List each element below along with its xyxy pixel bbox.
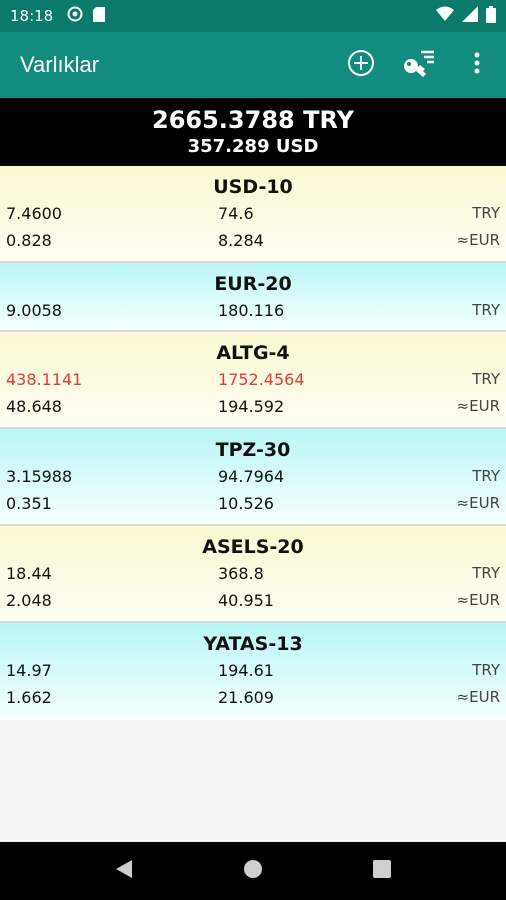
sd-card-icon (93, 6, 106, 26)
total-value: 40.951 (218, 591, 274, 610)
keys-list-button[interactable] (390, 37, 448, 93)
total-value: 368.8 (218, 564, 264, 583)
asset-name: ALTG-4 (216, 342, 290, 364)
currency-label: ≈EUR (456, 688, 500, 706)
asset-name: TPZ-30 (215, 439, 291, 461)
battery-icon (486, 5, 496, 27)
asset-name: EUR-20 (214, 273, 292, 295)
unit-price: 0.828 (6, 231, 52, 250)
page-title: Varlıklar (20, 52, 100, 77)
back-triangle-icon (115, 859, 133, 883)
total-value: 8.284 (218, 231, 264, 250)
currency-label: TRY (472, 467, 500, 485)
asset-name: ASELS-20 (202, 536, 304, 558)
portfolio-total: 2665.3788 TRY 357.289 USD (0, 98, 506, 166)
asset-row-eur: 0.351 10.526 ≈EUR (6, 490, 500, 517)
total-value: 180.116 (218, 301, 285, 320)
total-try: 2665.3788 TRY (152, 106, 354, 134)
asset-row-try: 7.4600 74.6 TRY (6, 200, 500, 227)
overflow-menu-button[interactable] (448, 37, 506, 93)
asset-row-try: 438.1141 1752.4564 TRY (6, 366, 500, 393)
app-bar: Varlıklar (0, 32, 506, 98)
total-value: 10.526 (218, 494, 274, 513)
home-circle-icon (243, 859, 263, 883)
total-value: 74.6 (218, 204, 254, 223)
unit-price: 14.97 (6, 661, 52, 680)
asset-item-asels-20[interactable]: ASELS-20 18.44 368.8 TRY 2.048 40.951 ≈E… (0, 526, 506, 623)
asset-row-try: 14.97 194.61 TRY (6, 657, 500, 684)
unit-price: 0.351 (6, 494, 52, 513)
add-circle-icon (347, 49, 375, 81)
status-time: 18:18 (10, 7, 54, 25)
unit-price: 1.662 (6, 688, 52, 707)
total-value: 194.61 (218, 661, 274, 680)
unit-price: 18.44 (6, 564, 52, 583)
unit-price: 2.048 (6, 591, 52, 610)
asset-row-eur: 2.048 40.951 ≈EUR (6, 587, 500, 614)
asset-item-altg-4[interactable]: ALTG-4 438.1141 1752.4564 TRY 48.648 194… (0, 332, 506, 429)
asset-item-eur-20[interactable]: EUR-20 9.0058 180.116 TRY (0, 263, 506, 332)
asset-row-try: 18.44 368.8 TRY (6, 560, 500, 587)
asset-item-usd-10[interactable]: USD-10 7.4600 74.6 TRY 0.828 8.284 ≈EUR (0, 166, 506, 263)
sync-icon (67, 6, 83, 26)
asset-item-yatas-13[interactable]: YATAS-13 14.97 194.61 TRY 1.662 21.609 ≈… (0, 623, 506, 720)
status-bar: 18:18 (0, 0, 506, 32)
app-bar-actions (332, 37, 506, 93)
back-button[interactable] (94, 846, 154, 896)
unit-price: 438.1141 (6, 370, 83, 389)
asset-row-eur: 0.828 8.284 ≈EUR (6, 227, 500, 254)
asset-row-try: 3.15988 94.7964 TRY (6, 463, 500, 490)
key-list-icon (402, 48, 436, 82)
recents-button[interactable] (352, 846, 412, 896)
currency-label: ≈EUR (456, 231, 500, 249)
signal-icon (462, 6, 478, 26)
currency-label: TRY (472, 301, 500, 319)
wifi-icon (436, 6, 454, 26)
recents-square-icon (372, 860, 391, 882)
currency-label: TRY (472, 661, 500, 679)
total-value: 194.592 (218, 397, 285, 416)
currency-label: TRY (472, 370, 500, 388)
unit-price: 7.4600 (6, 204, 62, 223)
unit-price: 3.15988 (6, 467, 73, 486)
total-usd: 357.289 USD (187, 136, 319, 157)
unit-price: 48.648 (6, 397, 62, 416)
currency-label: ≈EUR (456, 494, 500, 512)
unit-price: 9.0058 (6, 301, 62, 320)
total-value: 21.609 (218, 688, 274, 707)
home-button[interactable] (223, 846, 283, 896)
asset-row-try: 9.0058 180.116 TRY (6, 297, 500, 324)
asset-item-tpz-30[interactable]: TPZ-30 3.15988 94.7964 TRY 0.351 10.526 … (0, 429, 506, 526)
system-nav-bar (0, 842, 506, 900)
asset-row-eur: 1.662 21.609 ≈EUR (6, 684, 500, 711)
currency-label: TRY (472, 564, 500, 582)
add-asset-button[interactable] (332, 37, 390, 93)
total-value: 94.7964 (218, 467, 285, 486)
asset-name: USD-10 (213, 176, 293, 198)
currency-label: TRY (472, 204, 500, 222)
total-value: 1752.4564 (218, 370, 305, 389)
asset-list: USD-10 7.4600 74.6 TRY 0.828 8.284 ≈EUR … (0, 166, 506, 720)
currency-label: ≈EUR (456, 591, 500, 609)
asset-row-eur: 48.648 194.592 ≈EUR (6, 393, 500, 420)
more-vert-icon (474, 52, 480, 78)
currency-label: ≈EUR (456, 397, 500, 415)
asset-name: YATAS-13 (203, 633, 303, 655)
